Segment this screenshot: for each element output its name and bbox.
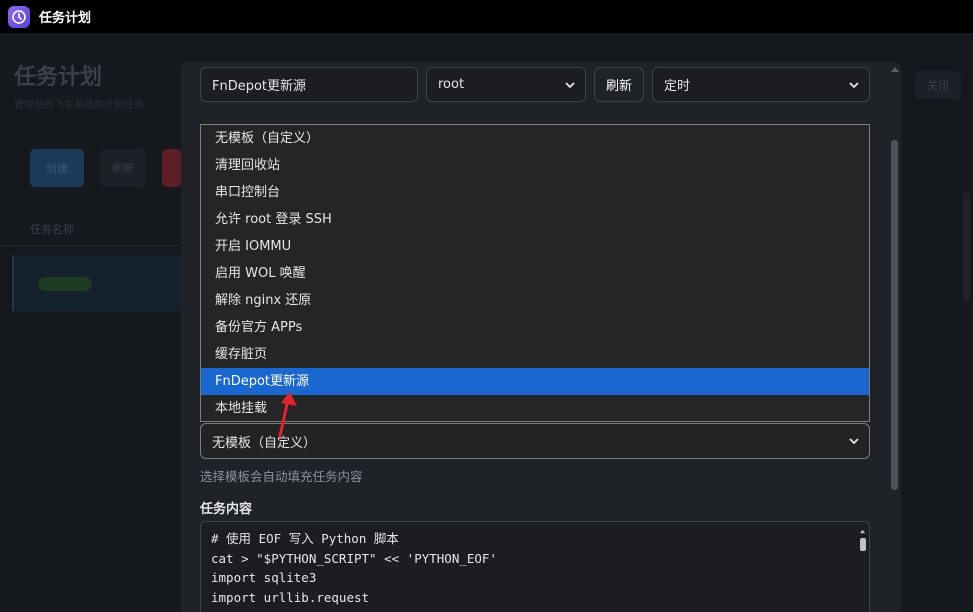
page-scrollbar <box>963 191 970 301</box>
delete-button <box>162 149 182 187</box>
scroll-up-arrow-icon[interactable] <box>859 528 866 535</box>
chevron-down-icon <box>849 82 859 89</box>
user-select-value: root <box>438 77 465 92</box>
template-option[interactable]: 解除 nginx 还原 <box>201 287 869 314</box>
annotation-arrow-icon <box>278 392 297 438</box>
template-option[interactable]: 允许 root 登录 SSH <box>201 206 869 233</box>
template-option[interactable]: 备份官方 APPs <box>201 314 869 341</box>
template-option[interactable]: FnDepot更新源 <box>201 368 869 395</box>
code-line: cat > "$PYTHON_SCRIPT" << 'PYTHON_EOF' <box>211 550 497 566</box>
page-title: 任务计划 <box>14 65 103 90</box>
schedule-type-select[interactable]: 定时 <box>652 67 870 102</box>
chevron-down-icon <box>849 438 859 445</box>
task-name-input[interactable]: FnDepot更新源 <box>200 67 418 102</box>
new-task-button: 创建 <box>30 149 84 187</box>
template-option[interactable]: 串口控制台 <box>201 179 869 206</box>
template-option[interactable]: 开启 IOMMU <box>201 233 869 260</box>
template-option[interactable]: 无模板（自定义） <box>201 125 869 152</box>
refresh-list-button: 刷新 <box>100 149 146 187</box>
close-button: 关闭 <box>915 71 961 99</box>
template-option[interactable]: 缓存脏页 <box>201 341 869 368</box>
code-line: import urllib.request <box>211 589 370 605</box>
title-bar: 任务计划 <box>0 0 973 33</box>
template-option[interactable]: 启用 WOL 唤醒 <box>201 260 869 287</box>
table-divider <box>0 245 180 246</box>
modal-scrollbar[interactable] <box>889 62 901 612</box>
task-edit-modal: FnDepot更新源 root 刷新 定时 无模板（自定义） 清理回收站 串口控制台… <box>181 62 901 612</box>
task-content-editor[interactable]: # 使用 EOF 写入 Python 脚本 cat > "$PYTHON_SCR… <box>200 521 870 612</box>
refresh-button-label: 刷新 <box>605 79 632 94</box>
template-option[interactable]: 本地挂载 <box>201 395 869 422</box>
page-subtitle: 管理您的飞牛系统的计划任务 <box>14 100 144 111</box>
user-select[interactable]: root <box>426 67 586 102</box>
content-label: 任务内容 <box>200 502 253 517</box>
modal-scrollbar-thumb[interactable] <box>891 140 898 490</box>
template-option[interactable]: 清理回收站 <box>201 152 869 179</box>
clock-icon <box>8 5 30 28</box>
template-select[interactable]: 无模板（自定义） <box>200 423 870 459</box>
template-hint: 选择模板会自动填充任务内容 <box>200 469 363 484</box>
schedule-type-value: 定时 <box>664 79 691 94</box>
template-dropdown-list: 无模板（自定义） 清理回收站 串口控制台 允许 root 登录 SSH 开启 IOMMU… <box>200 124 870 422</box>
app-title: 任务计划 <box>39 11 92 26</box>
chevron-down-icon <box>565 82 575 89</box>
status-badge <box>38 277 92 291</box>
template-select-value: 无模板（自定义） <box>212 435 317 451</box>
task-name-value: FnDepot更新源 <box>212 79 307 94</box>
table-header-name: 任务名称 <box>30 223 74 236</box>
scroll-up-arrow-icon[interactable] <box>891 66 899 72</box>
refresh-button[interactable]: 刷新 <box>594 67 644 102</box>
code-line: import sqlite3 <box>211 570 317 585</box>
code-line: # 使用 EOF 写入 Python 脚本 <box>211 531 399 546</box>
editor-scrollbar-thumb[interactable] <box>860 538 866 551</box>
